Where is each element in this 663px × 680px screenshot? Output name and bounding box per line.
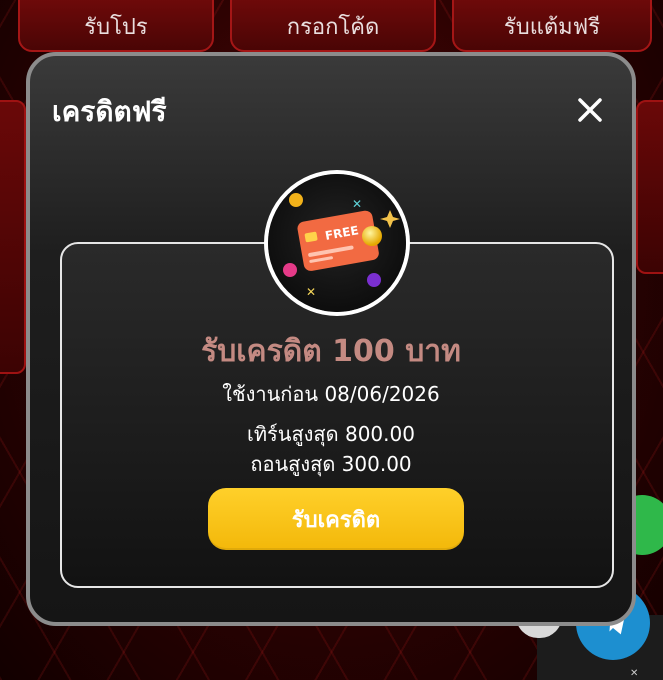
close-button[interactable] — [570, 90, 610, 130]
svg-text:✕: ✕ — [306, 285, 316, 299]
tab-free-points[interactable]: รับแต้มฟรี — [452, 0, 652, 52]
background-card-left — [0, 100, 26, 374]
claim-credit-button[interactable]: รับเครดิต — [208, 488, 464, 550]
tab-promo[interactable]: รับโปร — [18, 0, 214, 52]
free-credit-modal: เครดิตฟรี FREE ✕ ✕ รับเครดิต 100 บาท ใช้… — [26, 52, 636, 626]
free-credit-card-icon: FREE ✕ ✕ — [268, 174, 406, 312]
svg-text:✕: ✕ — [352, 197, 362, 211]
credit-heading: รับเครดิต 100 บาท — [201, 334, 461, 369]
tab-enter-code-label: กรอกโค้ด — [286, 15, 380, 40]
max-withdraw-text: ถอนสูงสุด 300.00 — [250, 452, 412, 476]
tab-enter-code[interactable]: กรอกโค้ด — [230, 0, 436, 52]
close-icon — [578, 98, 602, 122]
background-card-right — [636, 100, 663, 274]
tab-promo-label: รับโปร — [84, 15, 148, 40]
modal-title: เครดิตฟรี — [52, 95, 167, 128]
max-turnover-text: เทิร์นสูงสุด 800.00 — [247, 422, 415, 446]
dock-close-icon[interactable]: ✕ — [630, 668, 638, 679]
use-before-text: ใช้งานก่อน 08/06/2026 — [222, 382, 440, 406]
free-credit-badge: FREE ✕ ✕ — [264, 170, 410, 316]
tab-free-points-label: รับแต้มฟรี — [503, 15, 601, 40]
